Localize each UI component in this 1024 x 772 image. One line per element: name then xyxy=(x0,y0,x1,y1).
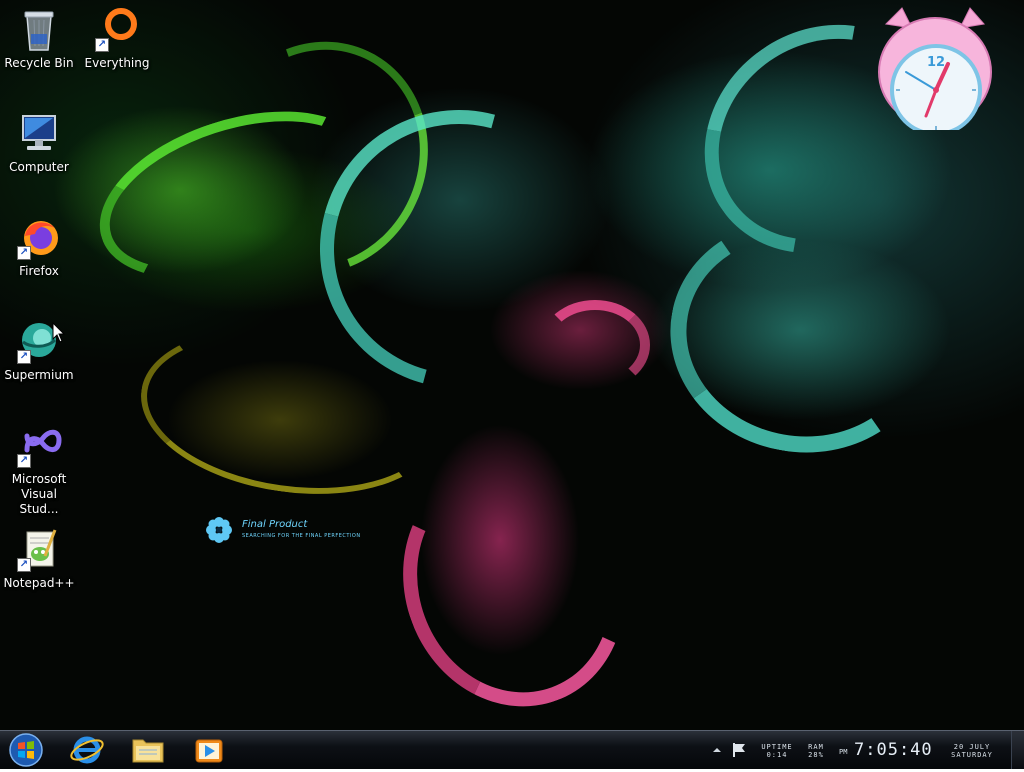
notification-area: UPTIME 0:14 RAM 28% PM 7:05:40 20 JULY S… xyxy=(704,731,1024,769)
desktop-icon-computer[interactable]: Computer xyxy=(1,110,77,175)
uptime-value: 0:14 xyxy=(766,751,788,759)
weekday-label: SATURDAY xyxy=(951,751,993,759)
clock-date[interactable]: 20 JULY SATURDAY xyxy=(940,743,1004,759)
desktop-icon-label: Firefox xyxy=(19,264,59,278)
recycle-bin-icon xyxy=(15,6,63,54)
wallpaper-swirl xyxy=(651,199,951,473)
uptime-meter: UPTIME 0:14 xyxy=(756,743,798,759)
ram-label: RAM xyxy=(808,743,824,751)
desktop-icon-visual-studio[interactable]: ↗ Microsoft Visual Stud... xyxy=(1,422,77,517)
desktop-icon-label: Supermium xyxy=(4,368,74,382)
shortcut-arrow-icon: ↗ xyxy=(17,454,31,468)
media-player-icon xyxy=(195,739,223,763)
desktop-icon-label: Microsoft Visual Stud... xyxy=(11,472,67,516)
clock-time[interactable]: 7:05:40 xyxy=(854,740,933,760)
taskbar-internet-explorer[interactable] xyxy=(62,732,112,768)
wallpaper-logo-title: Final Product xyxy=(242,519,308,530)
shortcut-arrow-icon: ↗ xyxy=(17,558,31,572)
shortcut-arrow-icon: ↗ xyxy=(95,38,109,52)
show-hidden-icons-chevron-up-icon[interactable] xyxy=(712,745,722,755)
desktop-icon-label: Notepad++ xyxy=(3,576,75,590)
windows-logo-icon xyxy=(9,733,43,767)
wallpaper-logo-subtitle: Searching for the final perfection xyxy=(242,533,361,539)
clock-dial-12: 12 xyxy=(927,55,945,70)
show-desktop-button[interactable] xyxy=(1011,731,1024,769)
computer-icon xyxy=(15,110,63,158)
desktop-icon-notepad-plus-plus[interactable]: ↗ Notepad++ xyxy=(1,526,77,591)
taskbar-windows-explorer[interactable] xyxy=(123,732,173,768)
desktop-icon-firefox[interactable]: ↗ Firefox xyxy=(1,214,77,279)
flower-logo-icon xyxy=(206,517,232,543)
cat-clock-icon: 12 xyxy=(878,7,992,136)
wallpaper-swirl xyxy=(369,430,659,730)
desktop-icon-recycle-bin[interactable]: Recycle Bin xyxy=(1,6,77,71)
date-label: 20 JULY xyxy=(953,743,991,751)
mouse-cursor-icon xyxy=(52,322,66,343)
clock-gadget[interactable]: 12 xyxy=(876,6,994,136)
everything-icon: ↗ xyxy=(93,6,141,54)
notepad-plus-plus-icon: ↗ xyxy=(15,526,63,574)
taskbar-media-player[interactable] xyxy=(184,732,234,768)
start-button[interactable] xyxy=(6,732,46,768)
wallpaper-swirl xyxy=(540,300,650,390)
taskbar: UPTIME 0:14 RAM 28% PM 7:05:40 20 JULY S… xyxy=(0,730,1024,769)
action-center-flag-icon[interactable] xyxy=(732,742,746,758)
desktop-icon-label: Computer xyxy=(9,160,69,174)
desktop[interactable]: Recycle Bin ↗ Everything Computer ↗ Fire… xyxy=(0,0,1024,730)
visual-studio-icon: ↗ xyxy=(15,422,63,470)
internet-explorer-icon xyxy=(70,736,104,764)
firefox-icon: ↗ xyxy=(15,214,63,262)
folder-icon xyxy=(132,739,164,763)
shortcut-arrow-icon: ↗ xyxy=(17,246,31,260)
clock-ampm: PM xyxy=(839,748,848,756)
desktop-icon-label: Recycle Bin xyxy=(4,56,74,70)
desktop-icon-everything[interactable]: ↗ Everything xyxy=(79,6,155,71)
shortcut-arrow-icon: ↗ xyxy=(17,350,31,364)
uptime-label: UPTIME xyxy=(761,743,793,751)
ram-value: 28% xyxy=(808,751,824,759)
desktop-icon-label: Everything xyxy=(84,56,150,70)
ram-meter: RAM 28% xyxy=(802,743,830,759)
